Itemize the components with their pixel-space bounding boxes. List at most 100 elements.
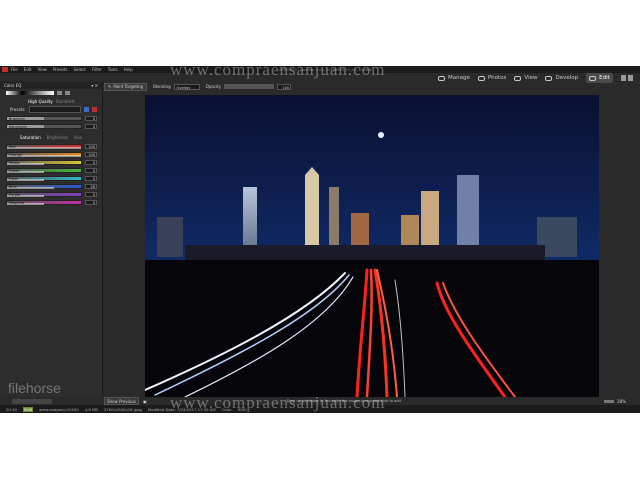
compare-icon[interactable]: ▣	[143, 399, 147, 404]
show-previous-button[interactable]: Show Previous	[104, 397, 139, 405]
slider-value[interactable]: 0	[85, 115, 97, 121]
slider-track[interactable]: Magenta	[6, 199, 82, 205]
slider-blue: Blue 28	[0, 182, 102, 190]
mode-manage[interactable]: Manage	[438, 75, 470, 81]
gradient-row	[0, 89, 102, 97]
photo-canvas[interactable]	[145, 95, 599, 397]
slider-value[interactable]: 28	[85, 183, 97, 189]
status-profile: www.anapeco.20160	[39, 406, 79, 412]
slider-cyan: Cyan 0	[0, 174, 102, 182]
slider-label: Saturation	[9, 124, 28, 129]
menu-presets[interactable]: Presets	[53, 67, 68, 72]
eye-icon	[514, 75, 522, 81]
slider-track[interactable]: Saturation	[6, 123, 82, 129]
photos-icon	[477, 75, 485, 81]
blending-label: Blending	[153, 84, 171, 89]
mode-photos[interactable]: Photos	[477, 75, 506, 81]
slider-yellow: Yellow 0	[0, 158, 102, 166]
menu-tools[interactable]: Tools	[108, 67, 118, 72]
opacity-slider[interactable]	[224, 84, 275, 89]
histogram-icons	[619, 75, 633, 81]
brush-icon: ✎	[108, 84, 112, 89]
mode-view[interactable]: View	[514, 75, 537, 81]
slider-label: Green	[9, 168, 20, 173]
left-panel: Color EQ ▾ ✕ High Quality Standard Prese…	[0, 82, 103, 397]
moon	[378, 132, 384, 138]
slider-value[interactable]: 0	[85, 191, 97, 197]
gradient-preview	[6, 91, 54, 95]
slider-track[interactable]: Red	[6, 143, 82, 149]
opacity-label: Opacity	[205, 84, 222, 89]
save-icon[interactable]	[83, 107, 89, 112]
slider-label: Cyan	[9, 176, 18, 181]
slider-fill	[7, 146, 81, 149]
zoom-slider[interactable]	[604, 399, 615, 403]
slider-value[interactable]: 0	[85, 175, 97, 181]
quality-standard[interactable]: Standard	[56, 99, 74, 104]
slider-red: Red 100	[0, 142, 102, 150]
slider-value[interactable]: 100	[85, 143, 97, 149]
slider-value[interactable]: 0	[85, 167, 97, 173]
image-toolbar: ✎ Paint Targeting Blending Overlay Opacit…	[104, 82, 599, 91]
tab-saturation[interactable]: Saturation	[20, 135, 41, 140]
menu-filter[interactable]: Filter	[92, 67, 102, 72]
slider-value[interactable]: 0	[85, 123, 97, 129]
slider-track[interactable]: Purple	[6, 191, 82, 197]
scissors-icon	[589, 75, 597, 81]
slider-value[interactable]: 0	[85, 199, 97, 205]
status-time: 20:40	[6, 406, 17, 412]
menu-edit[interactable]: Edit	[24, 67, 32, 72]
menu-select[interactable]: Select	[74, 67, 86, 72]
color-sliders: Red 100 Orange 100 Yellow 0 Green 0 Cyan 0 Blue 28 P…	[0, 142, 102, 206]
menu-view[interactable]: View	[37, 67, 47, 72]
tab-brightness[interactable]: Brightness	[47, 135, 68, 140]
reset-icon[interactable]	[57, 91, 62, 95]
menu-help[interactable]: Help	[124, 67, 133, 72]
eq-tabs: Saturation Brightness Hue	[0, 133, 102, 142]
menu-file[interactable]: File	[11, 67, 18, 72]
status-size: 4.6 MB	[84, 406, 98, 412]
slider-orange: Orange 100	[0, 150, 102, 158]
quality-high[interactable]: High Quality	[28, 99, 53, 104]
slider-saturation: Saturation 0	[0, 122, 102, 130]
status-dims: 3760x2840x16 jpeg	[103, 406, 142, 412]
quality-toggle: High Quality Standard	[0, 97, 102, 105]
slider-track[interactable]: Green	[6, 167, 82, 173]
slider-brownish: Brownish 0	[0, 114, 102, 122]
slider-label: Red	[9, 144, 16, 149]
slider-magenta: Magenta 0	[0, 198, 102, 206]
slider-track[interactable]: Blue	[6, 183, 82, 189]
slider-label: Blue	[9, 184, 17, 189]
slider-value[interactable]: 0	[85, 159, 97, 165]
layers-icon[interactable]	[620, 75, 626, 81]
slider-green: Green 0	[0, 166, 102, 174]
blending-select[interactable]: Overlay	[173, 83, 200, 90]
app-logo	[2, 67, 8, 72]
panel-footer	[0, 397, 114, 405]
status-tag: RGB	[22, 406, 34, 412]
slider-track[interactable]: Yellow	[6, 159, 82, 165]
watermark-logo: filehorse	[8, 380, 61, 396]
paint-targeting-button[interactable]: ✎ Paint Targeting	[104, 82, 148, 91]
slider-value[interactable]: 100	[85, 151, 97, 157]
panel-menu-icon[interactable]: ▾ ✕	[91, 83, 98, 88]
opacity-value[interactable]: 100	[277, 83, 292, 90]
zoom-value[interactable]: 28%	[617, 399, 626, 404]
presets-row: Presets	[0, 105, 102, 114]
mode-develop[interactable]: Develop	[545, 75, 578, 81]
settings-icon[interactable]	[65, 91, 70, 95]
add-filters-icon[interactable]	[12, 398, 52, 404]
slider-label: Purple	[9, 192, 21, 197]
slider-track[interactable]: Cyan	[6, 175, 82, 181]
aperture-icon	[545, 75, 553, 81]
slider-label: Yellow	[9, 160, 20, 165]
histogram-icon[interactable]	[627, 75, 633, 81]
slider-track[interactable]: Orange	[6, 151, 82, 157]
presets-dropdown[interactable]	[28, 106, 81, 113]
slider-purple: Purple 0	[0, 190, 102, 198]
delete-icon[interactable]	[91, 107, 97, 112]
watermark-bottom: www.compraensanjuan.com	[170, 393, 386, 412]
slider-track[interactable]: Brownish	[6, 115, 82, 121]
top-sliders: Brownish 0 Saturation 0	[0, 114, 102, 130]
tab-hue[interactable]: Hue	[74, 135, 82, 140]
